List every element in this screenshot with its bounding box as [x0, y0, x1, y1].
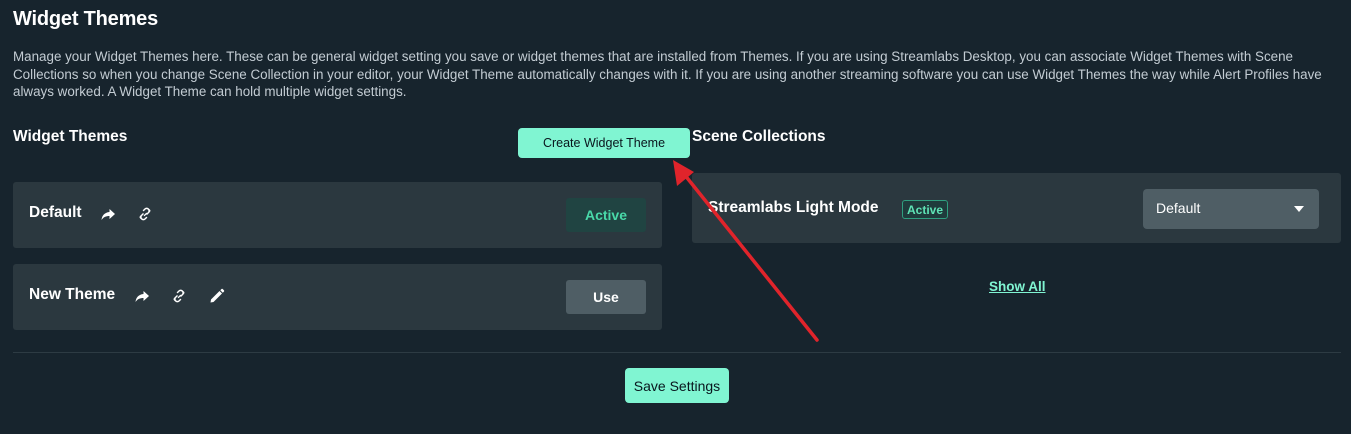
scene-collection-row: Streamlabs Light Mode Active Default [692, 173, 1341, 243]
divider [13, 352, 1341, 353]
show-all-link[interactable]: Show All [989, 279, 1046, 294]
scene-collection-name: Streamlabs Light Mode [708, 199, 879, 216]
theme-card-default: Default Active [13, 182, 662, 248]
theme-active-status: Active [566, 198, 646, 232]
scene-collections-heading: Scene Collections [692, 128, 826, 145]
page-description: Manage your Widget Themes here. These ca… [13, 49, 1322, 99]
link-icon[interactable] [170, 287, 188, 305]
theme-select-value: Default [1156, 200, 1201, 216]
status-badge: Active [902, 200, 949, 219]
use-theme-button[interactable]: Use [566, 280, 646, 314]
link-icon[interactable] [136, 205, 154, 223]
share-icon[interactable] [99, 205, 117, 223]
widget-themes-page: Widget Themes Manage your Widget Themes … [0, 0, 1351, 434]
theme-name: Default [29, 204, 82, 221]
widget-themes-heading: Widget Themes [13, 128, 128, 145]
caret-down-icon [1294, 206, 1304, 212]
edit-icon[interactable] [208, 287, 226, 305]
create-widget-theme-button[interactable]: Create Widget Theme [518, 128, 690, 158]
theme-select-dropdown[interactable]: Default [1143, 189, 1319, 229]
theme-card-new-theme: New Theme Use [13, 264, 662, 330]
page-title: Widget Themes [13, 8, 159, 30]
share-icon[interactable] [133, 287, 151, 305]
save-settings-button[interactable]: Save Settings [625, 368, 729, 403]
theme-name: New Theme [29, 286, 116, 303]
